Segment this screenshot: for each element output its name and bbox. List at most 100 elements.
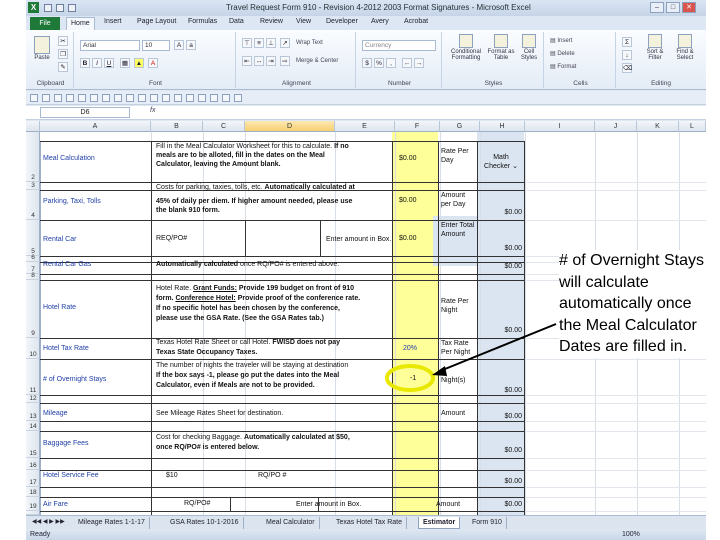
total-cell-h13[interactable]: $0.00 <box>481 413 522 422</box>
tab-file[interactable]: File <box>30 17 60 30</box>
comma-icon[interactable]: , <box>386 58 396 68</box>
font-size-combo[interactable]: 10 <box>142 40 170 51</box>
excel-app-icon[interactable]: X <box>28 2 39 13</box>
align-bottom-icon[interactable]: ⊥ <box>266 38 276 48</box>
paste-button[interactable]: Paste <box>31 36 53 61</box>
row-header-3[interactable]: 3 <box>26 182 40 190</box>
hotel-tax-desc-line-1[interactable]: Texas Hotel Rate Sheet or call Hotel. FW… <box>156 339 340 348</box>
air-fare-label[interactable]: Air Fare <box>43 501 68 510</box>
format-as-table-button[interactable]: Format as Table <box>486 34 516 61</box>
qat-preview-icon[interactable] <box>78 94 86 102</box>
merge-center-button[interactable]: Merge & Center <box>296 58 338 64</box>
sheet-nav-arrows[interactable]: ◀◀ ◀ ▶ ▶▶ <box>28 517 74 529</box>
row-header-11[interactable]: 11 <box>26 359 40 395</box>
rental-car-label[interactable]: Rental Car <box>43 236 76 245</box>
tab-developer[interactable]: Developer <box>326 18 358 25</box>
font-color-icon[interactable]: A <box>148 58 158 68</box>
baggage-desc-line-2[interactable]: once RQ/PO# is entered below. <box>156 444 259 453</box>
underline-icon[interactable]: U <box>104 58 114 68</box>
currency-icon[interactable]: $ <box>362 58 372 68</box>
row-header-2[interactable]: 2 <box>26 132 40 182</box>
align-top-icon[interactable]: ⊤ <box>242 38 252 48</box>
column-header-j[interactable]: J <box>595 121 637 132</box>
overnight-stays-label[interactable]: # of Overnight Stays <box>43 376 106 385</box>
cell-styles-button[interactable]: Cell Styles <box>518 34 540 61</box>
decrease-decimal-icon[interactable]: → <box>414 58 424 68</box>
qat-spell-icon[interactable] <box>126 94 134 102</box>
row-header-9[interactable]: 9 <box>26 280 40 338</box>
insert-cells-button[interactable]: ▤ Insert <box>550 37 572 44</box>
total-cell-h4[interactable]: $0.00 <box>481 209 522 218</box>
meal-amount-cell[interactable]: $0.00 <box>399 155 417 164</box>
save-icon[interactable] <box>44 4 52 12</box>
minimize-button[interactable]: – <box>650 2 664 13</box>
sheet-tab-texas-hotel-tax[interactable]: Texas Hotel Tax Rate <box>332 517 408 529</box>
hotel-service-fee-label[interactable]: Hotel Service Fee <box>43 472 99 481</box>
align-center-icon[interactable]: ↔ <box>254 56 264 66</box>
total-cell-h19[interactable]: $0.00 <box>481 501 522 510</box>
close-button[interactable]: ✕ <box>682 2 696 13</box>
zoom-level[interactable]: 100% <box>622 529 640 540</box>
row-header-4[interactable]: 4 <box>26 190 40 220</box>
hotel-desc-line-3[interactable]: If no specific hotel has been chosen by … <box>156 305 340 314</box>
overnight-stays-value-cell[interactable]: -1 <box>410 375 416 384</box>
row-header-17[interactable]: 17 <box>26 470 40 487</box>
hotel-desc-line-4[interactable]: please use the GSA Rate. (See the GSA Ra… <box>156 315 324 324</box>
parking-desc-line-1[interactable]: Costs for parking, taxies, tolls, etc. A… <box>156 184 355 193</box>
tab-formulas[interactable]: Formulas <box>188 18 217 25</box>
meal-desc-line-2[interactable]: meals are to be alloted, fill in the dat… <box>156 152 325 161</box>
tab-avery[interactable]: Avery <box>371 18 389 25</box>
rental-gas-desc[interactable]: Automatically calculated once RQ/PO# is … <box>156 261 339 270</box>
sheet-tab-gsa-rates[interactable]: GSA Rates 10-1-2016 <box>166 517 244 529</box>
sheet-tab-estimator[interactable]: Estimator <box>418 517 461 529</box>
italic-icon[interactable]: I <box>92 58 102 68</box>
column-header-d[interactable]: D <box>245 121 335 132</box>
math-checker-label[interactable]: Math Checker ⌄ <box>481 154 521 172</box>
fx-icon[interactable]: fx <box>150 107 155 114</box>
column-header-h[interactable]: H <box>480 121 525 132</box>
align-middle-icon[interactable]: ≡ <box>254 38 264 48</box>
delete-cells-button[interactable]: ▤ Delete <box>550 50 575 57</box>
overnight-desc-line-2[interactable]: If the box says -1, please go put the da… <box>156 372 339 381</box>
row-header-10[interactable]: 10 <box>26 338 40 359</box>
hotel-rate-label[interactable]: Hotel Rate <box>43 304 76 313</box>
format-cells-button[interactable]: ▤ Format <box>550 63 576 70</box>
grow-font-icon[interactable]: A <box>174 40 184 50</box>
fill-icon[interactable]: ↓ <box>622 50 632 60</box>
autosum-icon[interactable]: Σ <box>622 37 632 47</box>
mileage-desc[interactable]: See Mileage Rates Sheet for destination. <box>156 410 283 419</box>
column-header-i[interactable]: I <box>525 121 595 132</box>
borders-icon[interactable]: ▦ <box>120 58 130 68</box>
baggage-desc-line-1[interactable]: Cost for checking Baggage. Automatically… <box>156 434 350 443</box>
sheet-tab-mileage-rates[interactable]: Mileage Rates 1-1-17 <box>74 517 150 529</box>
overnight-desc-line-1[interactable]: The number of nights the traveler will b… <box>156 362 348 371</box>
qat-print-icon[interactable] <box>42 94 50 102</box>
tab-data[interactable]: Data <box>229 18 244 25</box>
sort-filter-button[interactable]: Sort & Filter <box>642 34 668 61</box>
qat-redo-icon[interactable] <box>66 94 74 102</box>
cut-icon[interactable]: ✂ <box>58 36 68 46</box>
row-header-13[interactable]: 13 <box>26 403 40 421</box>
wrap-text-button[interactable]: Wrap Text <box>296 40 323 46</box>
format-painter-icon[interactable]: ✎ <box>58 62 68 72</box>
increase-decimal-icon[interactable]: ← <box>402 58 412 68</box>
tab-home[interactable]: Home <box>66 17 95 30</box>
column-header-l[interactable]: L <box>679 121 706 132</box>
row-header-5[interactable]: 5 <box>26 220 40 256</box>
tab-page-layout[interactable]: Page Layout <box>137 18 176 25</box>
shrink-font-icon[interactable]: a <box>186 40 196 50</box>
hotel-tax-label[interactable]: Hotel Tax Rate <box>43 345 89 354</box>
parking-amount-cell[interactable]: $0.00 <box>399 197 417 206</box>
qat-macro-icon[interactable] <box>222 94 230 102</box>
clear-icon[interactable]: ⌫ <box>622 63 632 73</box>
qat-new-icon[interactable] <box>102 94 110 102</box>
tab-view[interactable]: View <box>296 18 311 25</box>
maximize-button[interactable]: □ <box>666 2 680 13</box>
row-header-18[interactable]: 18 <box>26 487 40 497</box>
column-header-f[interactable]: F <box>395 121 440 132</box>
row-header-12[interactable]: 12 <box>26 395 40 403</box>
column-header-e[interactable]: E <box>335 121 395 132</box>
orientation-icon[interactable]: ↗ <box>280 38 290 48</box>
row-header-19[interactable]: 19 <box>26 497 40 511</box>
total-cell-h17[interactable]: $0.00 <box>481 478 522 487</box>
